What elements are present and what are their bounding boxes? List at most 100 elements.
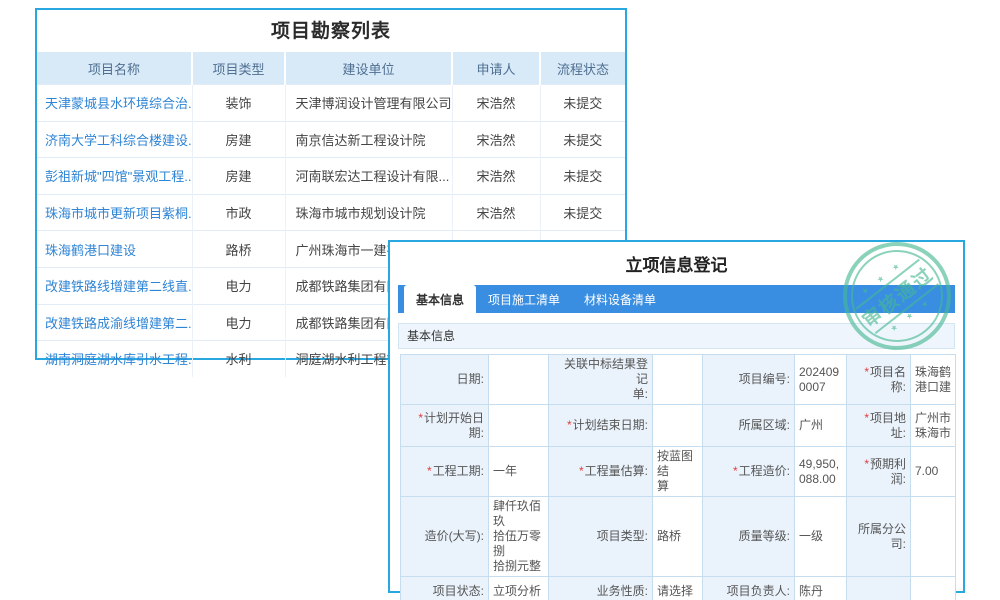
form-fields-table: 日期:关联中标结果登记 单:项目编号:202409 0007*项目名称:珠海鹤 … xyxy=(400,354,956,600)
applicant-cell: 宋浩然 xyxy=(452,85,540,122)
field-label-text: 计划开始日期: xyxy=(424,411,484,440)
project-name-link[interactable]: 济南大学工科综合楼建设... xyxy=(45,133,192,148)
field-label-project-type: 项目类型: xyxy=(549,497,653,577)
field-label-business-nature: 业务性质: xyxy=(549,577,653,600)
survey-table-header-row: 项目名称 项目类型 建设单位 申请人 流程状态 xyxy=(37,52,625,85)
project-type-cell: 市政 xyxy=(192,194,285,231)
form-row: 造价(大写): 肆仟玖佰玖 拾伍万零捌 拾捌元整 项目类型: 路桥 质量等级: 一级所属分… xyxy=(401,497,956,577)
field-label-empty xyxy=(847,577,911,600)
column-header-applicant: 申请人 xyxy=(452,52,540,85)
project-name-link[interactable]: 改建铁路线增建第二线直... xyxy=(45,279,192,294)
applicant-cell: 宋浩然 xyxy=(452,121,540,158)
form-row: *工程工期:一年*工程量估算:按蓝图结 算*工程造价:49,950, 088.0… xyxy=(401,447,956,497)
field-label-related-bid-result: 关联中标结果登记 单: xyxy=(549,355,653,405)
builder-cell: 珠海市城市规划设计院 xyxy=(285,194,452,231)
project-name-link[interactable]: 湖南洞庭湖水库引水工程... xyxy=(45,352,192,367)
required-star: * xyxy=(427,464,432,478)
field-value-expected-profit[interactable]: 7.00 xyxy=(911,447,956,497)
field-label-quality-grade: 质量等级: xyxy=(703,497,795,577)
status-cell: 未提交 xyxy=(540,121,625,158)
form-row: *计划开始日期:*计划结束日期:所属区域:广州*项目地址:广州市 珠海市 xyxy=(401,405,956,447)
field-value-quantity-estimate[interactable]: 按蓝图结 算 xyxy=(653,447,703,497)
field-value-project-number[interactable]: 202409 0007 xyxy=(795,355,847,405)
field-value-business-nature[interactable]: 请选择 xyxy=(653,577,703,600)
field-label-text: 质量等级: xyxy=(739,529,790,543)
field-label-text: 工程工期: xyxy=(433,464,484,478)
project-type-cell: 路桥 xyxy=(192,231,285,268)
field-value-plan-end-date[interactable] xyxy=(653,405,703,447)
status-cell: 未提交 xyxy=(540,85,625,122)
applicant-cell: 宋浩然 xyxy=(452,194,540,231)
project-name-link[interactable]: 天津蒙城县水环境综合治... xyxy=(45,96,192,111)
field-value-branch-company[interactable] xyxy=(911,497,956,577)
field-label-project-name: *项目名称: xyxy=(847,355,911,405)
project-type-cell: 房建 xyxy=(192,121,285,158)
tab-construction-list[interactable]: 项目施工清单 xyxy=(476,285,572,313)
field-value-project-cost[interactable]: 49,950, 088.00 xyxy=(795,447,847,497)
tab-basic-info[interactable]: 基本信息 xyxy=(404,285,476,313)
project-type-cell: 电力 xyxy=(192,304,285,341)
field-label-quantity-estimate: *工程量估算: xyxy=(549,447,653,497)
field-value-quality-grade[interactable]: 一级 xyxy=(795,497,847,577)
field-label-project-cost: *工程造价: xyxy=(703,447,795,497)
field-label-project-address: *项目地址: xyxy=(847,405,911,447)
field-label-text: 计划结束日期: xyxy=(573,418,648,432)
field-label-date: 日期: xyxy=(401,355,489,405)
field-label-project-leader: 项目负责人: xyxy=(703,577,795,600)
page: 项目勘察列表 项目名称 项目类型 建设单位 申请人 流程状态 天津蒙城县水环境综… xyxy=(0,0,1000,600)
form-row: 日期:关联中标结果登记 单:项目编号:202409 0007*项目名称:珠海鹤 … xyxy=(401,355,956,405)
table-row: 天津蒙城县水环境综合治...装饰天津博润设计管理有限公司宋浩然未提交 xyxy=(37,85,625,122)
project-name-link[interactable]: 珠海鹤港口建设 xyxy=(45,243,136,258)
table-row: 济南大学工科综合楼建设...房建南京信达新工程设计院宋浩然未提交 xyxy=(37,121,625,158)
field-label-text: 项目负责人: xyxy=(727,584,790,598)
field-value-project-leader[interactable]: 陈丹 xyxy=(795,577,847,600)
required-star: * xyxy=(733,464,738,478)
field-value-plan-start-date[interactable] xyxy=(489,405,549,447)
field-label-text: 项目名称: xyxy=(870,365,906,394)
field-value-project-status[interactable]: 立项分析 xyxy=(489,577,549,600)
required-star: * xyxy=(418,411,423,425)
field-value-project-type[interactable]: 路桥 xyxy=(653,497,703,577)
column-header-project-name: 项目名称 xyxy=(37,52,192,85)
registration-form-panel: 立项信息登记 基本信息项目施工清单材料设备清单 基本信息 日期:关联中标结果登记… xyxy=(388,240,965,593)
field-label-text: 关联中标结果登记 单: xyxy=(564,357,648,401)
field-label-text: 所属分公司: xyxy=(858,522,906,551)
survey-list-title: 项目勘察列表 xyxy=(37,10,625,52)
field-label-text: 造价(大写): xyxy=(425,529,484,543)
project-type-cell: 房建 xyxy=(192,158,285,195)
project-name-link[interactable]: 珠海市城市更新项目紫桐... xyxy=(45,206,192,221)
project-type-cell: 装饰 xyxy=(192,85,285,122)
required-star: * xyxy=(567,418,572,432)
field-value-related-bid-result[interactable] xyxy=(653,355,703,405)
form-row: 项目状态:立项分析业务性质:请选择 项目负责人: 陈丹 xyxy=(401,577,956,600)
column-header-project-type: 项目类型 xyxy=(192,52,285,85)
field-label-plan-end-date: *计划结束日期: xyxy=(549,405,653,447)
section-header-basic-info: 基本信息 xyxy=(398,323,955,349)
required-star: * xyxy=(864,411,869,425)
field-value-region[interactable]: 广州 xyxy=(795,405,847,447)
field-label-text: 项目类型: xyxy=(597,529,648,543)
builder-cell: 河南联宏达工程设计有限... xyxy=(285,158,452,195)
required-star: * xyxy=(864,457,869,471)
field-value-project-address[interactable]: 广州市 珠海市 xyxy=(911,405,956,447)
tab-material-list[interactable]: 材料设备清单 xyxy=(572,285,668,313)
field-value-project-duration[interactable]: 一年 xyxy=(489,447,549,497)
status-cell: 未提交 xyxy=(540,194,625,231)
required-star: * xyxy=(864,365,869,379)
field-label-cost-in-words: 造价(大写): xyxy=(401,497,489,577)
field-label-text: 预期利润: xyxy=(870,457,906,486)
project-type-cell: 电力 xyxy=(192,267,285,304)
field-value-cost-in-words[interactable]: 肆仟玖佰玖 拾伍万零捌 拾捌元整 xyxy=(489,497,549,577)
project-name-link[interactable]: 改建铁路成渝线增建第二... xyxy=(45,316,192,331)
builder-cell: 天津博润设计管理有限公司 xyxy=(285,85,452,122)
applicant-cell: 宋浩然 xyxy=(452,158,540,195)
field-value-project-name[interactable]: 珠海鹤 港口建 xyxy=(911,355,956,405)
project-type-cell: 水利 xyxy=(192,341,285,377)
field-value-date[interactable] xyxy=(489,355,549,405)
field-label-text: 项目地址: xyxy=(870,411,906,440)
builder-cell: 南京信达新工程设计院 xyxy=(285,121,452,158)
field-label-project-status: 项目状态: xyxy=(401,577,489,600)
project-name-link[interactable]: 彭祖新城"四馆"景观工程... xyxy=(45,169,192,184)
field-label-expected-profit: *预期利润: xyxy=(847,447,911,497)
field-value-empty[interactable] xyxy=(911,577,956,600)
